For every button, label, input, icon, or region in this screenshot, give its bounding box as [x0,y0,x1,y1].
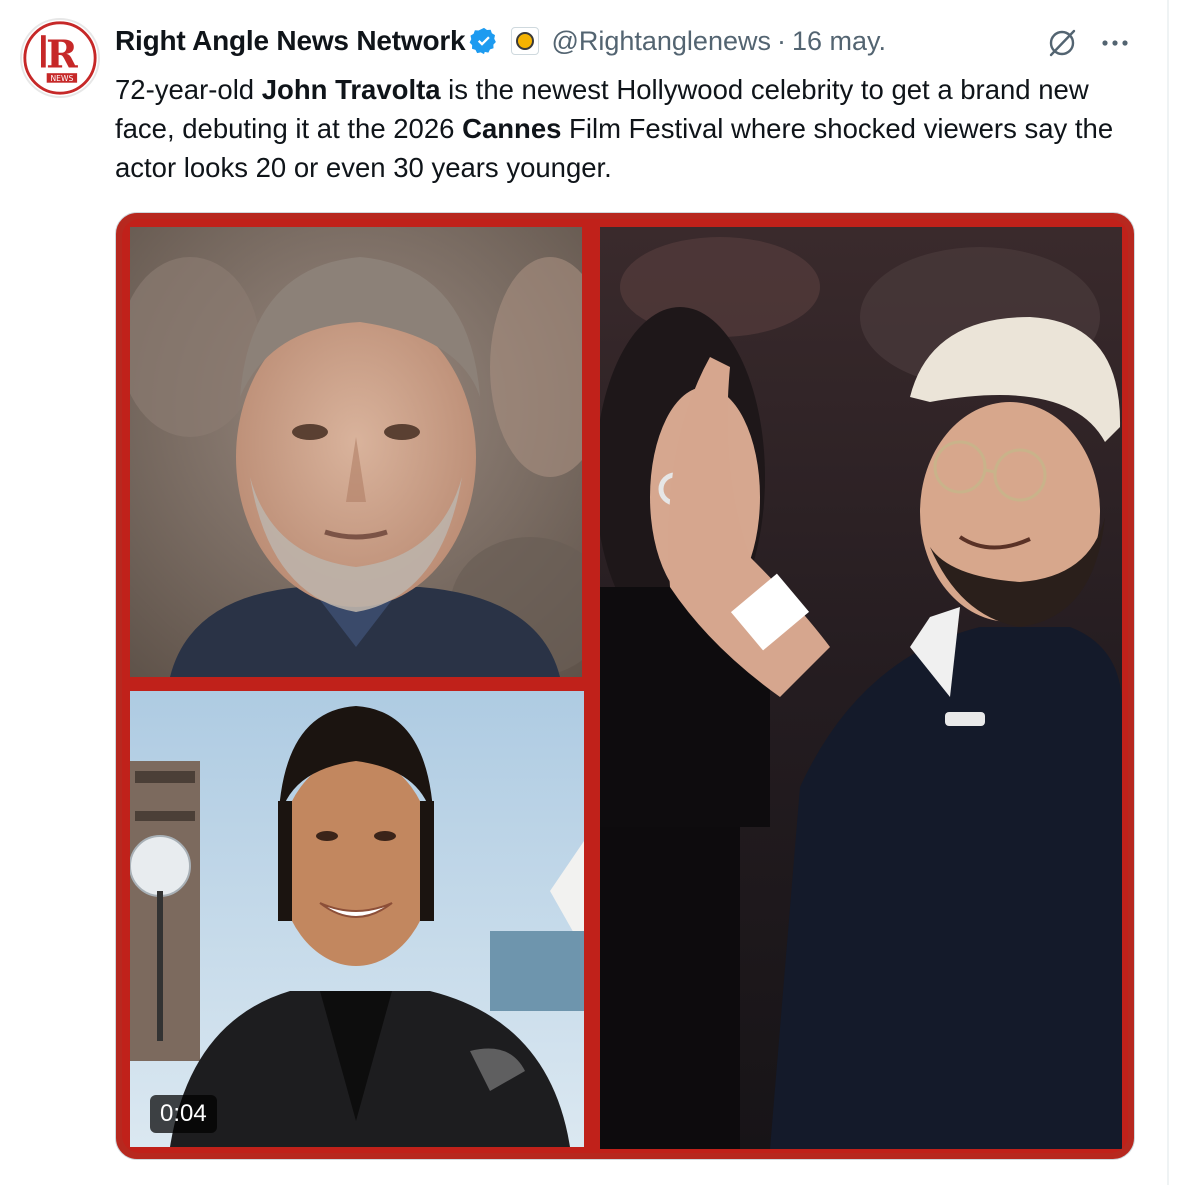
header-separator: · [776,25,786,56]
tweet-media-video[interactable] [115,212,1135,1160]
tweet-text: 72-year-old John Travolta is the newest … [115,70,1155,187]
tweet-date[interactable]: 16 may. [792,26,886,57]
author-display-name[interactable]: Right Angle News Network [115,25,466,57]
photo-older-portrait [130,227,582,677]
svg-text:NEWS: NEWS [50,74,73,83]
svg-text:R: R [46,32,78,77]
photo-younger-smiling [130,691,584,1147]
right-angle-news-logo-icon: R NEWS [23,21,97,95]
tweet-text-bold-name[interactable]: John Travolta [262,74,441,105]
more-icon[interactable] [1098,26,1132,60]
tweet-text-part: 72-year-old [115,74,262,105]
verified-badge-icon[interactable] [469,26,499,56]
tweet[interactable]: R NEWS Right Angle News Network @Rightan… [0,0,1166,1185]
photo-waving-beret [600,227,1122,1149]
media-collage-frame [122,219,1128,1153]
author-handle[interactable]: @Rightanglenews [551,26,771,57]
tweet-text-bold-place[interactable]: Cannes [462,113,561,144]
author-avatar[interactable]: R NEWS [20,18,100,98]
column-divider [1167,0,1169,1185]
grok-icon[interactable] [1045,26,1079,60]
affiliate-badge-icon[interactable] [511,27,540,55]
video-duration-badge: 0:04 [150,1095,217,1133]
tweet-header: Right Angle News Network @Rightanglenews… [115,22,886,60]
